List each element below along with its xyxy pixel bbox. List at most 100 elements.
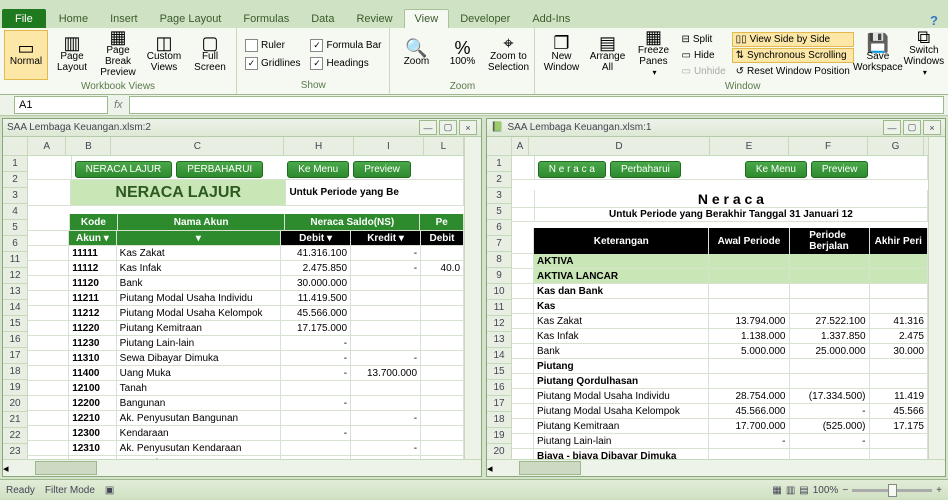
keterangan: Kas Infak xyxy=(534,329,710,344)
nama-akun: Ak. Penyusutan Bangunan xyxy=(117,411,281,426)
page-layout-button[interactable]: ▥Page Layout xyxy=(50,30,94,80)
kode-akun: 12310 xyxy=(69,441,116,456)
view-layout-icon[interactable]: ▥ xyxy=(786,485,795,496)
keterangan: Kas Zakat xyxy=(534,314,710,329)
formula-bar[interactable] xyxy=(129,96,944,114)
split-button[interactable]: ⊟ Split xyxy=(677,32,729,47)
status-ready: Ready xyxy=(6,485,35,496)
ruler-checkbox[interactable]: Ruler xyxy=(241,37,304,54)
new-window-button[interactable]: ❐New Window xyxy=(539,30,583,80)
status-filter: Filter Mode xyxy=(45,485,95,496)
zoom-level[interactable]: 100% xyxy=(813,485,839,496)
tab-view[interactable]: View xyxy=(404,9,450,28)
nama-akun: Piutang Kemitraan xyxy=(117,321,281,336)
kode-akun: 11112 xyxy=(69,261,116,276)
nama-akun: Uang Muka xyxy=(117,366,281,381)
tab-pagelayout[interactable]: Page Layout xyxy=(149,9,233,28)
save-workspace-button[interactable]: 💾Save Workspace xyxy=(856,30,900,80)
scrollbar-horizontal[interactable]: ◂ xyxy=(3,459,481,476)
nama-akun: Piutang Lain-lain xyxy=(117,336,281,351)
keterangan: Kas xyxy=(534,299,710,314)
keterangan: AKTIVA xyxy=(534,254,710,269)
nama-akun: Piutang Modal Usaha Individu xyxy=(117,291,281,306)
scrollbar-vertical[interactable] xyxy=(928,137,945,459)
nama-akun: Bank xyxy=(117,276,281,291)
tab-formulas[interactable]: Formulas xyxy=(232,9,300,28)
keterangan: AKTIVA LANCAR xyxy=(534,269,710,284)
neraca-lajur-button[interactable]: NERACA LAJUR xyxy=(75,161,173,178)
status-bar: Ready Filter Mode ▣ ▦ ▥ ▤ 100% − + xyxy=(0,479,948,500)
keterangan: Piutang Modal Usaha Individu xyxy=(534,389,710,404)
zoom-slider[interactable] xyxy=(852,489,932,492)
kode-akun: 11220 xyxy=(69,321,116,336)
nama-akun: Kendaraan xyxy=(117,426,281,441)
kode-akun: 12400 xyxy=(69,456,116,459)
kode-akun: 11111 xyxy=(69,246,116,261)
perbaharui-button[interactable]: PERBAHARUI xyxy=(176,161,263,178)
macro-record-icon[interactable]: ▣ xyxy=(105,485,114,496)
kode-akun: 12200 xyxy=(69,396,116,411)
scrollbar-vertical[interactable] xyxy=(464,137,481,459)
formula-bar-checkbox[interactable]: ✓Formula Bar xyxy=(306,37,385,54)
ribbon: ▭Normal ▥Page Layout ▦Page Break Preview… xyxy=(0,28,948,95)
normal-view-button[interactable]: ▭Normal xyxy=(4,30,48,80)
nama-akun: Ak. Penyusutan Kendaraan xyxy=(117,441,281,456)
view-normal-icon[interactable]: ▦ xyxy=(772,485,781,496)
help-icon[interactable]: ? xyxy=(930,13,938,28)
ke-menu-button[interactable]: Ke Menu xyxy=(745,161,807,178)
keterangan: Kas dan Bank xyxy=(534,284,710,299)
formula-bar-row: A1 fx xyxy=(0,95,948,116)
nama-akun: Tanah xyxy=(117,381,281,396)
keterangan: Piutang Lain-lain xyxy=(534,434,710,449)
freeze-panes-button[interactable]: ▦Freeze Panes▾ xyxy=(631,30,675,80)
name-box[interactable]: A1 xyxy=(14,96,108,114)
headings-checkbox[interactable]: ✓Headings xyxy=(306,55,385,72)
view-side-by-side-button[interactable]: ▯▯ View Side by Side xyxy=(732,32,854,47)
close-button[interactable]: × xyxy=(923,120,941,135)
view-break-icon[interactable]: ▤ xyxy=(799,485,808,496)
preview-button[interactable]: Preview xyxy=(811,161,869,178)
tab-addins[interactable]: Add-Ins xyxy=(521,9,581,28)
custom-views-button[interactable]: ◫Custom Views xyxy=(142,30,186,80)
unhide-button[interactable]: ▭ Unhide xyxy=(677,64,729,79)
workbook-window-left: SAA Lembaga Keuangan.xlsm:2 —▢× 12345611… xyxy=(2,118,482,477)
zoom-100-button[interactable]: %100% xyxy=(440,30,484,80)
close-button[interactable]: × xyxy=(459,120,477,135)
window-title-right: SAA Lembaga Keuangan.xlsm:1 xyxy=(507,122,651,133)
tab-review[interactable]: Review xyxy=(345,9,403,28)
tab-developer[interactable]: Developer xyxy=(449,9,521,28)
maximize-button[interactable]: ▢ xyxy=(439,120,457,135)
keterangan: Piutang Kemitraan xyxy=(534,419,710,434)
kode-akun: 11212 xyxy=(69,306,116,321)
ke-menu-button[interactable]: Ke Menu xyxy=(287,161,349,178)
gridlines-checkbox[interactable]: ✓Gridlines xyxy=(241,55,304,72)
nama-akun: Inventaris Kantor xyxy=(117,456,281,459)
minimize-button[interactable]: — xyxy=(419,120,437,135)
preview-button[interactable]: Preview xyxy=(353,161,411,178)
maximize-button[interactable]: ▢ xyxy=(903,120,921,135)
zoom-out-button[interactable]: − xyxy=(842,485,848,496)
tab-home[interactable]: Home xyxy=(48,9,99,28)
keterangan: Biaya - biaya Dibayar Dimuka xyxy=(534,449,710,459)
reset-window-button[interactable]: ↺ Reset Window Position xyxy=(732,64,854,79)
title-banner: NERACA LAJUR xyxy=(71,180,286,206)
kode-akun: 12210 xyxy=(69,411,116,426)
tab-insert[interactable]: Insert xyxy=(99,9,149,28)
synchronous-scrolling-button[interactable]: ⇅ Synchronous Scrolling xyxy=(732,48,854,63)
zoom-selection-button[interactable]: ⌖Zoom to Selection xyxy=(486,30,530,80)
kode-akun: 12300 xyxy=(69,426,116,441)
tab-data[interactable]: Data xyxy=(300,9,345,28)
zoom-button[interactable]: 🔍Zoom xyxy=(394,30,438,80)
tab-file[interactable]: File xyxy=(2,9,46,28)
minimize-button[interactable]: — xyxy=(883,120,901,135)
neraca-button[interactable]: N e r a c a xyxy=(538,161,606,178)
fx-icon[interactable]: fx xyxy=(114,99,123,111)
page-break-button[interactable]: ▦Page Break Preview xyxy=(96,30,140,80)
switch-windows-button[interactable]: ⧉Switch Windows▾ xyxy=(902,30,946,80)
full-screen-button[interactable]: ▢Full Screen xyxy=(188,30,232,80)
perbaharui-button[interactable]: Perbaharui xyxy=(610,161,681,178)
zoom-in-button[interactable]: + xyxy=(936,485,942,496)
scrollbar-horizontal[interactable]: ◂ xyxy=(487,459,945,476)
hide-button[interactable]: ▭ Hide xyxy=(677,48,729,63)
arrange-all-button[interactable]: ▤Arrange All xyxy=(585,30,629,80)
